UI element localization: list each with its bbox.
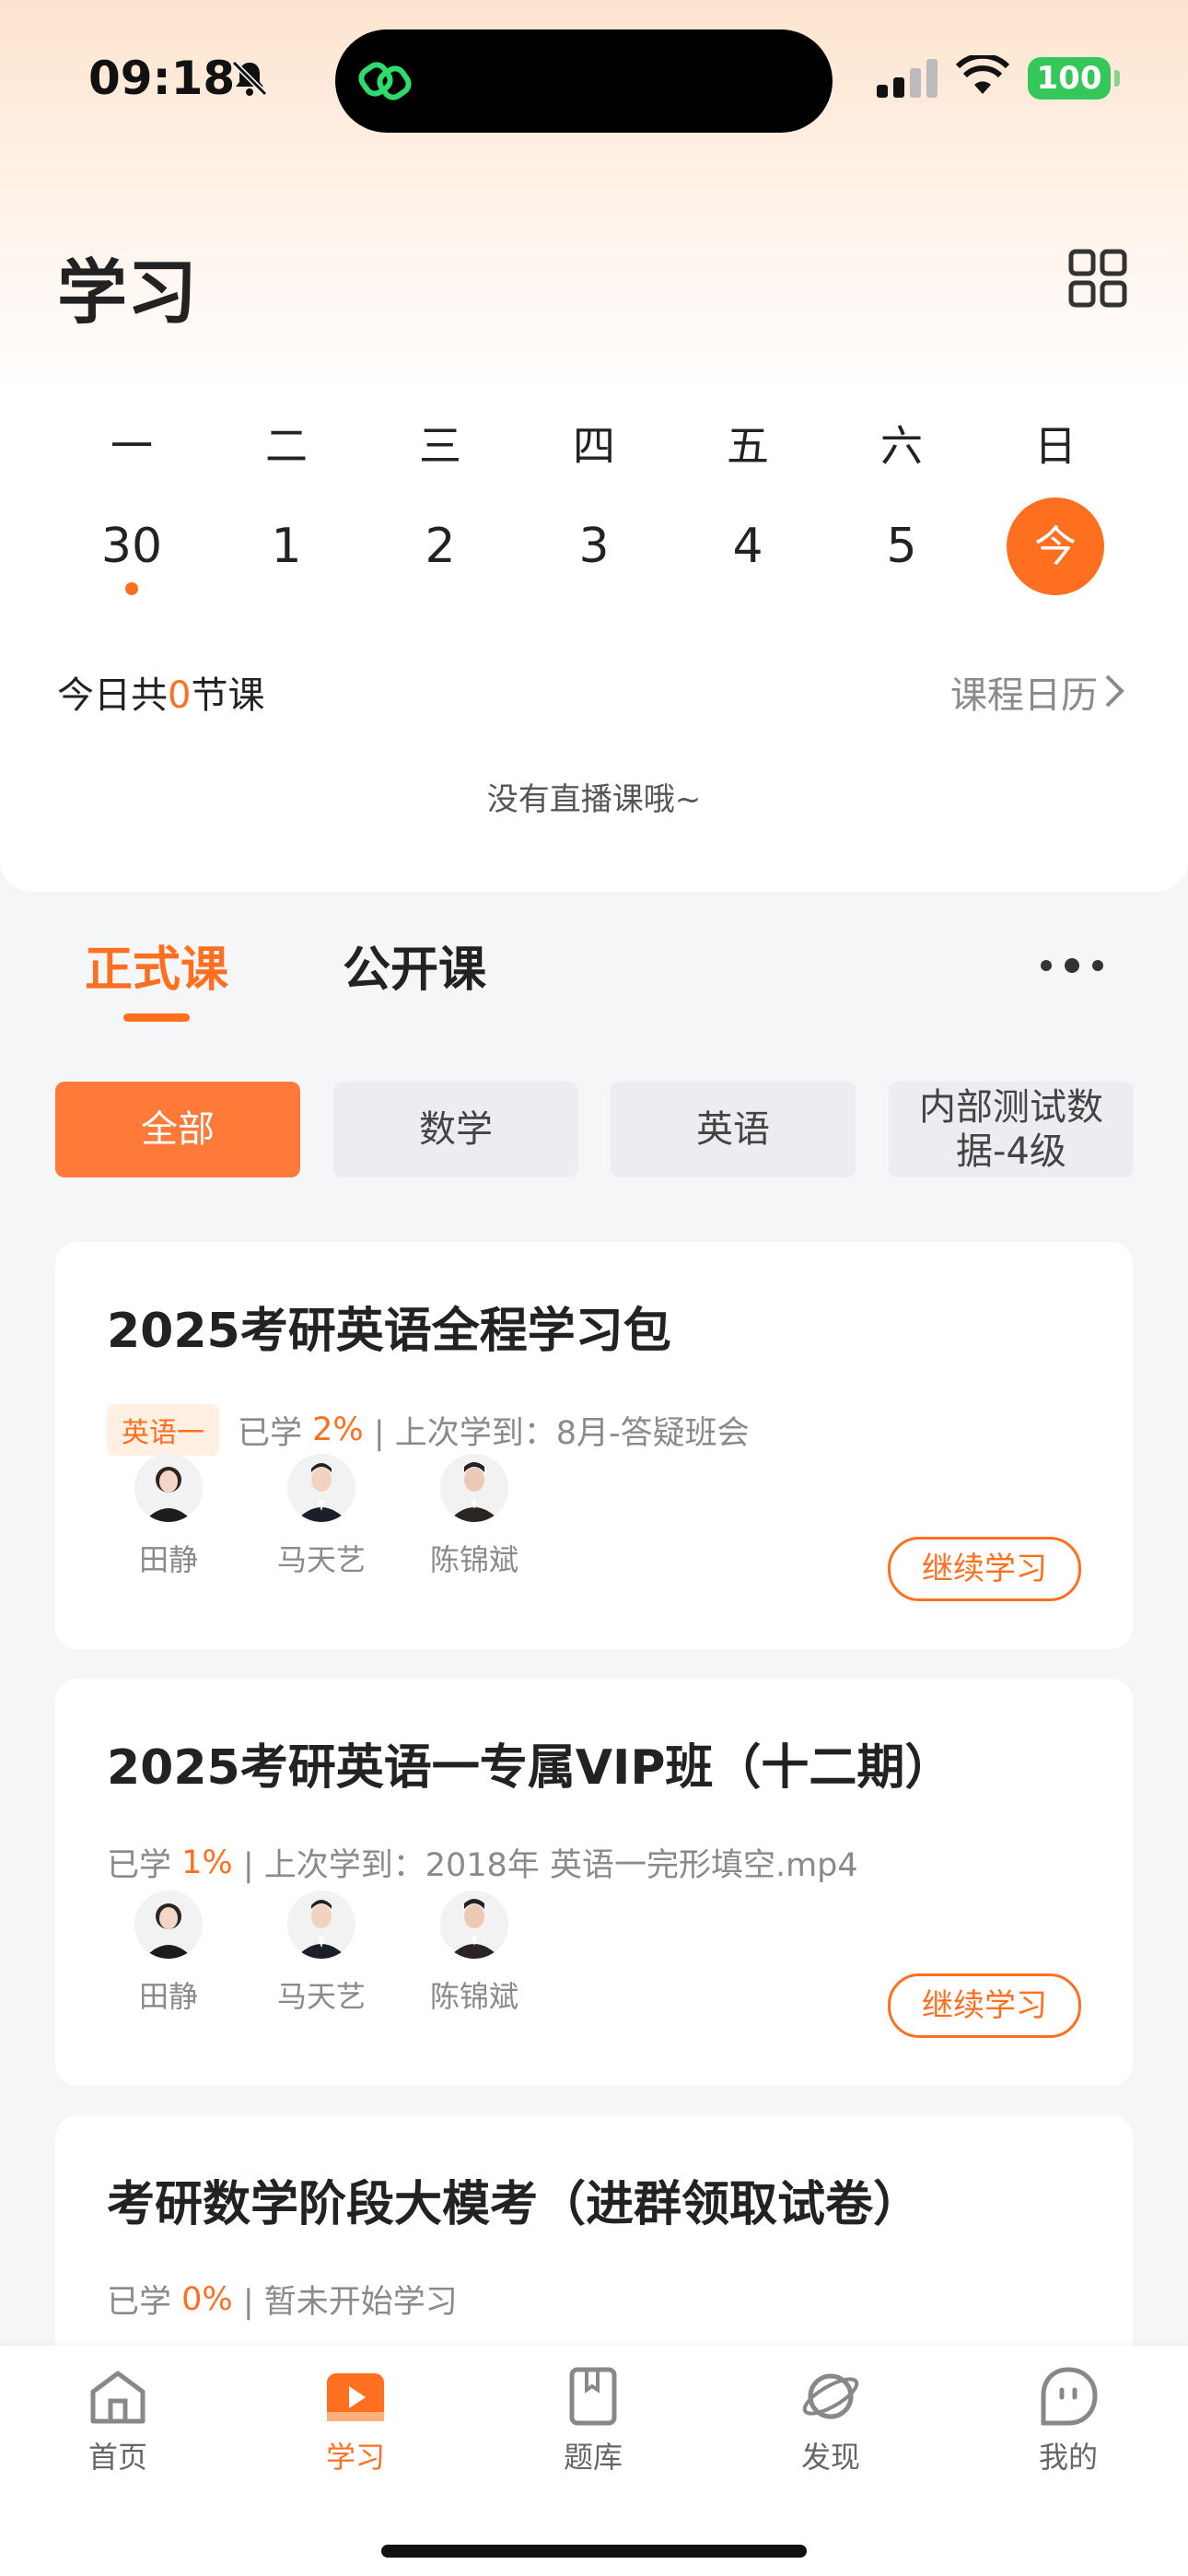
wifi-icon bbox=[956, 55, 1009, 94]
course-meta: 已学 0% | 暂未开始学习 bbox=[107, 2276, 458, 2323]
tab-public-courses[interactable]: 公开课 bbox=[343, 931, 486, 1000]
course-card[interactable]: 2025考研英语全程学习包 英语一 已学 2% | 上次学到：8月-答疑班会 田… bbox=[55, 1242, 1133, 1649]
nav-profile-label: 我的 bbox=[1038, 2440, 1098, 2475]
nav-question-bank[interactable]: 题库 bbox=[519, 2364, 667, 2476]
studied-label: 已学 bbox=[107, 1847, 172, 1884]
studied-label: 已学 bbox=[107, 2284, 172, 2321]
course-card[interactable]: 2025考研英语一专属VIP班（十二期） 已学 1% | 上次学到：2018年 … bbox=[55, 1679, 1133, 2086]
nav-study-label: 学习 bbox=[325, 2440, 385, 2475]
today-class-count: 今日共0节课 bbox=[57, 665, 264, 719]
teacher: 陈锦斌 bbox=[424, 1454, 525, 1579]
play-icon bbox=[327, 2373, 384, 2421]
teacher: 田静 bbox=[118, 1891, 219, 2016]
progress-percent: 0% bbox=[181, 2280, 233, 2318]
weekday-tue: 二 bbox=[265, 421, 308, 471]
last-studied: | 上次学到：8月-答疑班会 bbox=[373, 1414, 750, 1452]
bottom-tab-bar: 首页 学习 题库 发现 我的 bbox=[0, 2346, 1188, 2576]
weekday-wed: 三 bbox=[419, 421, 461, 471]
bell-muted-icon bbox=[231, 60, 268, 97]
nav-discover-label: 发现 bbox=[800, 2440, 860, 2475]
filter-english[interactable]: 英语 bbox=[611, 1082, 856, 1177]
teacher: 马天艺 bbox=[271, 1454, 372, 1579]
grid-menu-icon[interactable] bbox=[1068, 249, 1127, 308]
tab-active-indicator bbox=[123, 1013, 190, 1022]
avatar bbox=[440, 1891, 508, 1959]
chevron-right-icon[interactable] bbox=[1103, 673, 1125, 709]
home-indicator bbox=[381, 2545, 807, 2558]
nav-home-label: 首页 bbox=[87, 2440, 147, 2475]
day-cell[interactable]: 1 bbox=[236, 498, 337, 595]
app-link-icon bbox=[358, 62, 412, 100]
teacher: 陈锦斌 bbox=[424, 1891, 525, 2016]
filter-math[interactable]: 数学 bbox=[333, 1082, 578, 1177]
home-icon bbox=[90, 2371, 146, 2424]
avatar bbox=[287, 1891, 355, 1959]
avatar bbox=[287, 1454, 355, 1522]
course-meta: 已学 1% | 上次学到：2018年 英语一完形填空.mp4 bbox=[107, 1839, 858, 1886]
last-studied: | 上次学到：2018年 英语一完形填空.mp4 bbox=[242, 1847, 858, 1884]
progress-percent: 2% bbox=[312, 1411, 364, 1448]
weekday-sun: 日 bbox=[1034, 421, 1077, 471]
avatar bbox=[134, 1891, 203, 1959]
course-title: 2025考研英语全程学习包 bbox=[107, 1304, 671, 1359]
course-title: 考研数学阶段大模考（进群领取试卷） bbox=[107, 2177, 922, 2232]
planet-icon bbox=[802, 2373, 859, 2419]
day-cell[interactable]: 3 bbox=[543, 498, 645, 595]
weekday-fri: 五 bbox=[727, 421, 769, 471]
no-live-message: 没有直播课哦~ bbox=[486, 781, 702, 818]
weekday-thu: 四 bbox=[573, 421, 615, 471]
studied-label: 已学 bbox=[238, 1414, 303, 1452]
summary-suffix: 节课 bbox=[191, 674, 265, 717]
filter-internal-test[interactable]: 内部测试数据-4级 bbox=[889, 1082, 1134, 1177]
battery-cap bbox=[1114, 70, 1120, 87]
day-cell[interactable]: 2 bbox=[390, 498, 491, 595]
teacher-name: 陈锦斌 bbox=[429, 1979, 518, 2014]
has-class-dot bbox=[125, 582, 138, 595]
teacher-name: 陈锦斌 bbox=[429, 1542, 518, 1577]
teacher-name: 马天艺 bbox=[276, 1979, 366, 2014]
teacher-name: 田静 bbox=[138, 1979, 198, 2014]
more-dots-icon[interactable] bbox=[1039, 956, 1105, 975]
teacher: 田静 bbox=[118, 1454, 219, 1579]
day-cell[interactable]: 5 bbox=[851, 498, 952, 595]
signal-icon bbox=[877, 59, 938, 98]
nav-profile[interactable]: 我的 bbox=[995, 2364, 1142, 2476]
nav-discover[interactable]: 发现 bbox=[757, 2364, 904, 2476]
teacher: 马天艺 bbox=[271, 1891, 372, 2016]
tab-formal-courses[interactable]: 正式课 bbox=[85, 931, 228, 1000]
battery-indicator: 100 bbox=[1028, 57, 1111, 100]
last-studied: | 暂未开始学习 bbox=[242, 2284, 458, 2321]
course-tag: 英语一 bbox=[107, 1404, 219, 1456]
filter-all[interactable]: 全部 bbox=[55, 1082, 300, 1177]
book-icon bbox=[569, 2367, 617, 2426]
avatar bbox=[440, 1454, 508, 1522]
summary-count: 0 bbox=[168, 674, 192, 717]
nav-question-bank-label: 题库 bbox=[563, 2440, 623, 2475]
dynamic-island bbox=[335, 29, 833, 133]
day-cell[interactable]: 30 bbox=[81, 498, 182, 595]
page-title: 学习 bbox=[57, 252, 197, 334]
profile-icon bbox=[1041, 2367, 1098, 2426]
avatar bbox=[134, 1454, 203, 1522]
day-cell[interactable]: 4 bbox=[697, 498, 798, 595]
summary-prefix: 今日共 bbox=[57, 674, 168, 717]
continue-learning-button[interactable]: 继续学习 bbox=[888, 1537, 1081, 1601]
course-title: 2025考研英语一专属VIP班（十二期） bbox=[107, 1740, 953, 1796]
teacher-name: 马天艺 bbox=[276, 1542, 366, 1577]
nav-home[interactable]: 首页 bbox=[44, 2364, 192, 2476]
progress-percent: 1% bbox=[181, 1844, 233, 1881]
course-calendar-link[interactable]: 课程日历 bbox=[950, 665, 1098, 719]
day-cell-today[interactable]: 今 bbox=[1007, 498, 1104, 595]
teacher-name: 田静 bbox=[138, 1542, 198, 1577]
nav-study[interactable]: 学习 bbox=[282, 2364, 429, 2476]
status-time: 09:18 bbox=[88, 52, 236, 105]
calendar-card: 一 二 三 四 五 六 日 30 1 2 3 4 5 今 今日共0节课 课程日历… bbox=[0, 387, 1188, 892]
course-meta: 英语一 已学 2% | 上次学到：8月-答疑班会 bbox=[107, 1404, 750, 1456]
continue-learning-button[interactable]: 继续学习 bbox=[888, 1973, 1081, 2038]
weekday-mon: 一 bbox=[111, 421, 153, 471]
weekday-sat: 六 bbox=[880, 421, 923, 471]
